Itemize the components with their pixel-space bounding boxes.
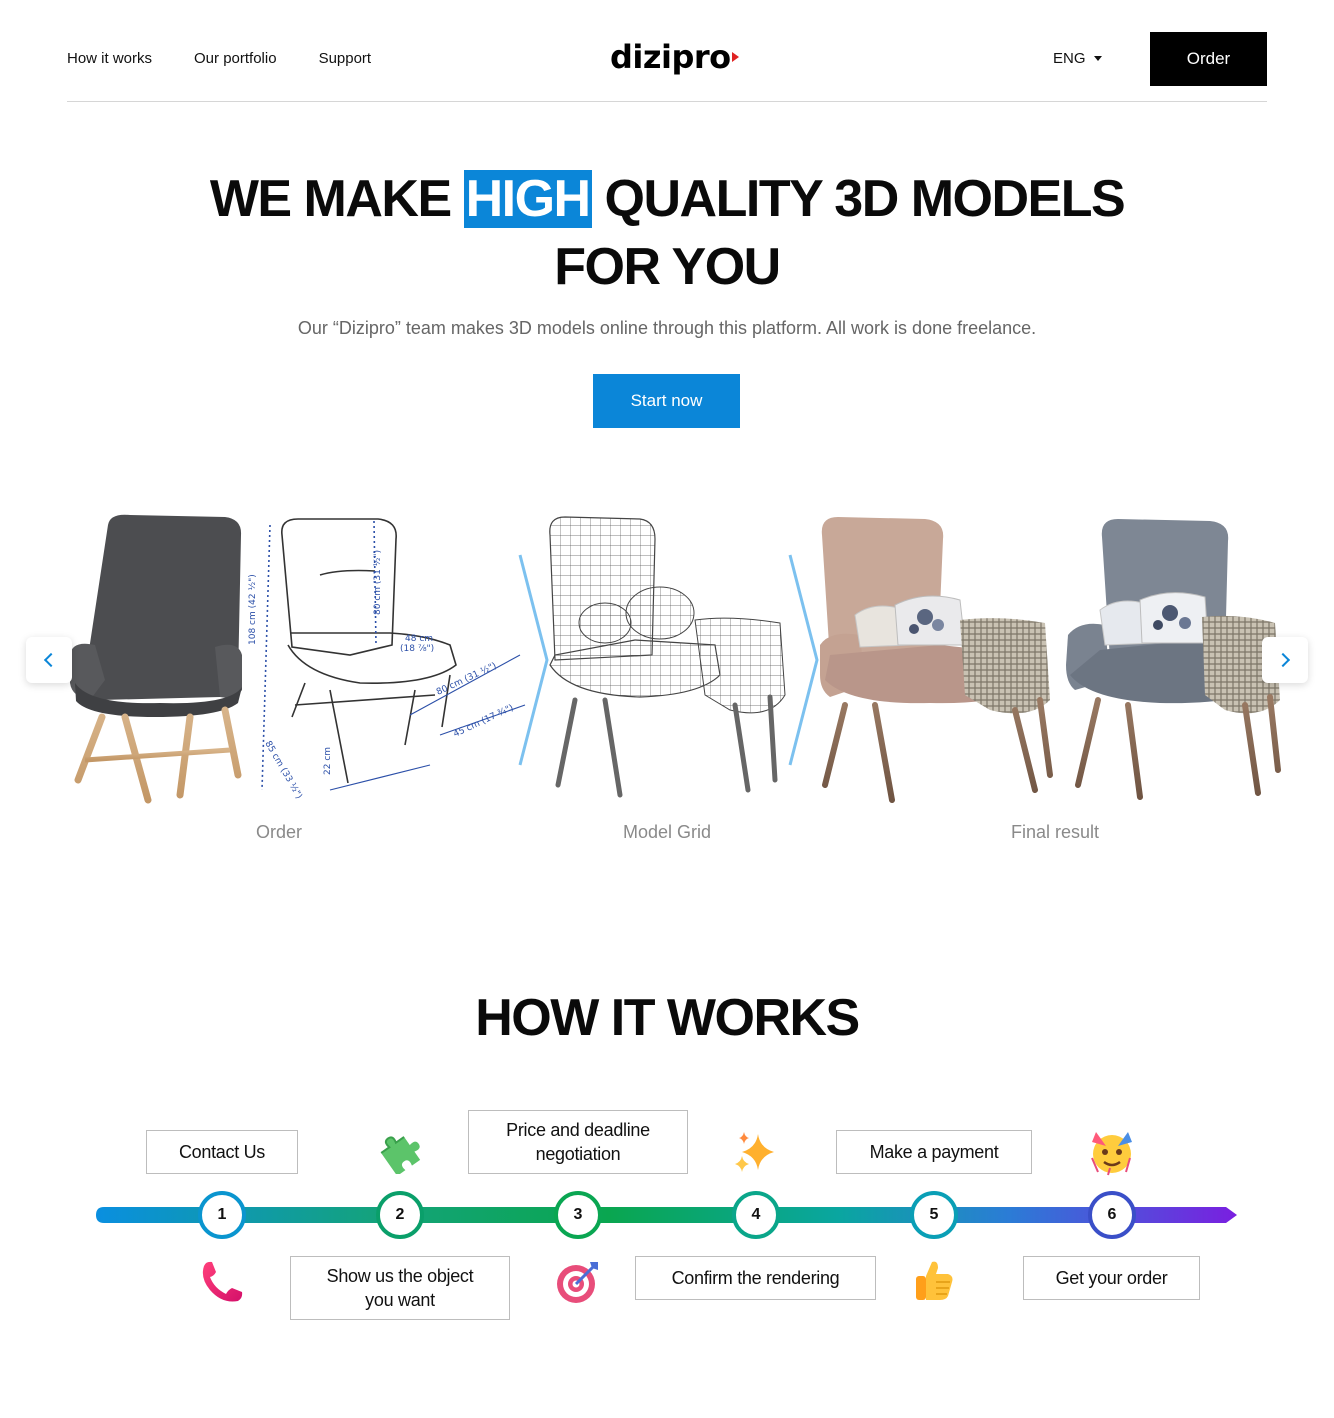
grey-blue-chair-render (1066, 519, 1281, 800)
step-6-node: 6 (1088, 1191, 1136, 1239)
caption-model-grid: Model Grid (622, 822, 712, 842)
step-4-label: Confirm the rendering (635, 1256, 876, 1300)
chair-showcase-carousel: 108 cm (42 ½") 80 cm (31 ½") 48 cm (18 ⅞… (26, 505, 1308, 815)
dizipro-logo[interactable]: dizipro (610, 38, 739, 76)
logo-triangle-icon (731, 52, 739, 62)
sparkles-icon (735, 1132, 774, 1172)
hero-title-line2: FOR YOU (554, 238, 781, 296)
svg-text:85 cm (33 ½"): 85 cm (33 ½") (262, 740, 303, 801)
carousel-prev-button[interactable] (26, 637, 72, 683)
progress-arrow-2 (788, 554, 819, 766)
step-2-label: Show us the object you want (290, 1256, 510, 1320)
how-it-works-title: HOW IT WORKS (475, 989, 860, 1047)
hero-title-before: WE MAKE (209, 170, 464, 228)
step-1-label: Contact Us (146, 1130, 298, 1174)
logo-text: dizipro (610, 38, 731, 76)
svg-text:80 cm (31 ½"): 80 cm (31 ½") (373, 550, 383, 615)
step-6-label: Get your order (1023, 1256, 1200, 1300)
target-icon (557, 1262, 598, 1303)
telephone-icon (202, 1261, 243, 1302)
order-button[interactable]: Order (1150, 32, 1267, 86)
hero-title-highlight: HIGH (463, 170, 592, 228)
beige-chair-render (820, 517, 1053, 803)
caption-final-result: Final result (1010, 822, 1100, 842)
main-nav: How it works Our portfolio Support (67, 50, 371, 67)
step-1-node: 1 (198, 1191, 246, 1239)
svg-text:(18 ⅞"): (18 ⅞") (400, 644, 434, 654)
svg-text:48 cm: 48 cm (405, 634, 433, 644)
hero-subtitle: Our “Dizipro” team makes 3D models onlin… (297, 318, 1037, 338)
step-4-node: 4 (732, 1191, 780, 1239)
thumbs-up-icon (916, 1261, 953, 1300)
start-now-button[interactable]: Start now (593, 374, 740, 428)
caret-down-icon (1093, 56, 1102, 61)
nav-how-it-works[interactable]: How it works (67, 50, 152, 67)
nav-support[interactable]: Support (319, 50, 372, 67)
svg-text:22 cm: 22 cm (323, 747, 333, 775)
chevron-left-icon (43, 652, 59, 668)
step-3-node: 3 (554, 1191, 602, 1239)
site-header: How it works Our portfolio Support dizip… (67, 32, 1267, 102)
carousel-next-button[interactable] (1262, 637, 1308, 683)
step-5-label: Make a payment (836, 1130, 1032, 1174)
caption-order: Order (255, 822, 303, 842)
progress-arrow-1 (518, 554, 549, 766)
step-2-node: 2 (376, 1191, 424, 1239)
wireframe-chair-model (549, 516, 786, 798)
puzzle-piece-icon (380, 1136, 421, 1174)
party-face-icon (1091, 1132, 1132, 1176)
chair-showcase-image: 108 cm (42 ½") 80 cm (31 ½") 48 cm (18 ⅞… (70, 514, 1281, 804)
nav-our-portfolio[interactable]: Our portfolio (194, 50, 277, 67)
step-5-node: 5 (910, 1191, 958, 1239)
chevron-right-icon (1275, 652, 1291, 668)
step-3-label: Price and deadline negotiation (468, 1110, 688, 1174)
grey-chair-photo (70, 514, 242, 804)
svg-text:45 cm (17 ¾"): 45 cm (17 ¾") (452, 703, 515, 740)
language-selector[interactable]: ENG (1053, 50, 1102, 67)
hero-title: WE MAKE HIGH QUALITY 3D MODELS FOR YOU (0, 165, 1334, 301)
svg-text:80 cm (31 ½"): 80 cm (31 ½") (435, 661, 498, 698)
language-label: ENG (1053, 50, 1086, 67)
chair-dimension-drawing: 108 cm (42 ½") 80 cm (31 ½") 48 cm (18 ⅞… (248, 518, 526, 801)
process-timeline-bar (96, 1207, 1237, 1223)
svg-text:108 cm (42 ½"): 108 cm (42 ½") (248, 574, 258, 645)
hero-title-after: QUALITY 3D MODELS (591, 170, 1126, 228)
